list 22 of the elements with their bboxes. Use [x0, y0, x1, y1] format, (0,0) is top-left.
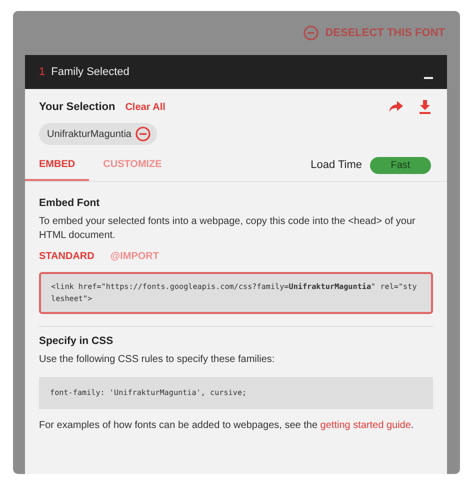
- selection-label: Your Selection: [39, 101, 116, 113]
- section-heading: Specify in CSS: [39, 335, 114, 347]
- section-heading: Embed Font: [39, 197, 101, 209]
- drawer-title: Family Selected: [51, 66, 130, 78]
- load-time-badge: Fast: [370, 156, 431, 174]
- tab[interactable]: EMBED: [25, 149, 90, 181]
- tab[interactable]: CUSTOMIZE: [89, 149, 176, 181]
- share-icon[interactable]: [389, 101, 403, 113]
- load-time-label: Load Time: [310, 159, 362, 171]
- chip-label: UnifrakturMaguntia: [47, 128, 132, 140]
- footer-text: For examples of how fonts can be added to webpages, see the getting started guide.: [39, 419, 415, 433]
- download-icon[interactable]: [419, 100, 431, 114]
- minus-circle-icon: [303, 25, 320, 41]
- font-chip[interactable]: UnifrakturMaguntia: [39, 123, 158, 145]
- embed-description: To embed your selected fonts into a webpage, copy this code into the <head> of your HTML document.: [39, 215, 416, 243]
- css-description: Use the following CSS rules to specify these families:: [39, 353, 276, 367]
- clear-all-link[interactable]: Clear All: [125, 102, 166, 112]
- subtab[interactable]: @IMPORT: [110, 251, 160, 262]
- subtab[interactable]: STANDARD: [39, 251, 94, 262]
- family-count: 1: [39, 66, 46, 78]
- guide-link[interactable]: getting started guide: [320, 420, 411, 431]
- remove-icon[interactable]: [135, 126, 152, 142]
